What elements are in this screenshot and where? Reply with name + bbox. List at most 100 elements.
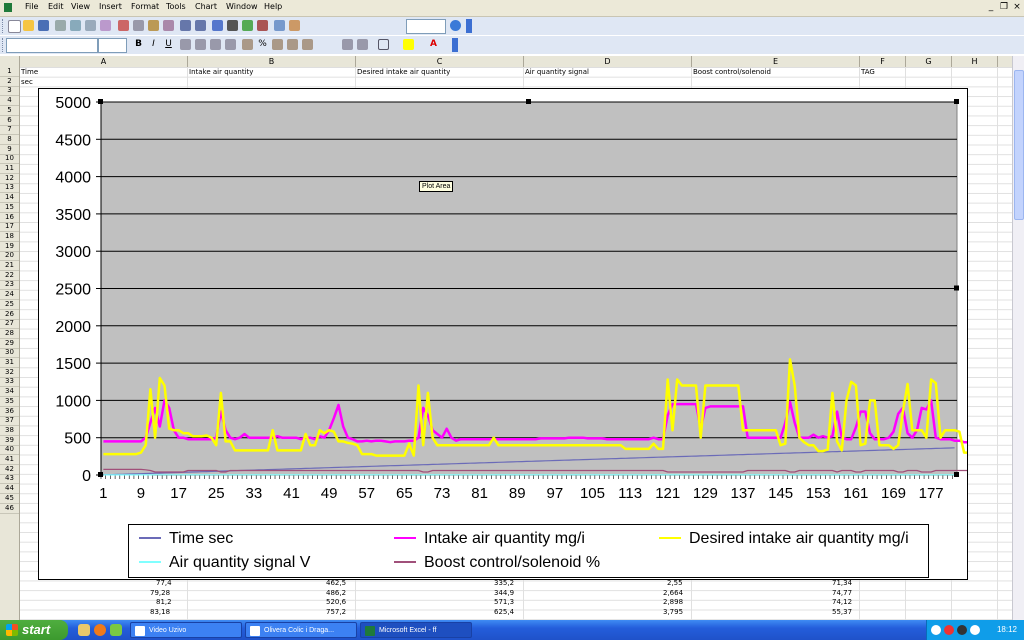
copy-icon[interactable] — [133, 20, 144, 31]
font-size-dropdown[interactable] — [98, 38, 127, 53]
row-header[interactable]: 34 — [0, 387, 19, 398]
tray-icon[interactable] — [944, 625, 954, 635]
row-header[interactable]: 26 — [0, 310, 19, 320]
minimize-icon[interactable]: _ — [985, 1, 997, 13]
borders-icon[interactable] — [378, 39, 389, 50]
spelling-icon[interactable] — [100, 20, 111, 31]
cell-c44[interactable]: 344,9 — [494, 589, 514, 597]
row-header[interactable]: 38 — [0, 426, 19, 436]
cell-e1[interactable]: Boost control/solenoid — [693, 68, 771, 76]
embedded-chart[interactable]: 0 500 1000 1500 2000 2500 3000 3500 4000 4500 5000… — [38, 88, 968, 580]
column-header[interactable]: F — [860, 56, 906, 67]
scrollbar-thumb[interactable] — [1014, 70, 1024, 220]
cell-b1[interactable]: Intake air quantity — [189, 68, 253, 76]
row-header[interactable]: 35 — [0, 397, 19, 407]
cell-d46[interactable]: 3,795 — [663, 608, 683, 616]
permission-icon[interactable] — [55, 20, 66, 31]
chart-svg[interactable]: 0 500 1000 1500 2000 2500 3000 3500 4000 4500 5000… — [39, 89, 967, 579]
row-header[interactable]: 24 — [0, 290, 19, 301]
hyperlink-icon[interactable] — [212, 20, 223, 31]
row-header[interactable]: 18 — [0, 232, 19, 242]
autosum-icon[interactable] — [227, 20, 238, 31]
row-header[interactable]: 1 — [0, 67, 19, 77]
menu-insert[interactable]: Insert — [99, 2, 122, 11]
row-header[interactable]: 36 — [0, 407, 19, 417]
menu-tools[interactable]: Tools — [166, 2, 186, 11]
row-header[interactable]: 39 — [0, 436, 19, 446]
legend-item-airsignal[interactable]: Air quantity signal V — [139, 552, 310, 574]
row-header[interactable]: 16 — [0, 213, 19, 223]
row-header[interactable]: 40 — [0, 445, 19, 456]
row-header[interactable]: 32 — [0, 368, 19, 378]
legend-item-boost[interactable]: Boost control/solenoid % — [394, 552, 600, 574]
redo-icon[interactable] — [195, 20, 206, 31]
menu-format[interactable]: Format — [131, 2, 159, 11]
legend-item-intake[interactable]: Intake air quantity mg/i — [394, 528, 585, 550]
comma-style-icon[interactable] — [272, 39, 283, 50]
row-header[interactable]: 12 — [0, 174, 19, 184]
merge-center-icon[interactable] — [225, 39, 236, 50]
row-header[interactable]: 6 — [0, 116, 19, 126]
row-header[interactable]: 5 — [0, 106, 19, 116]
increase-decimal-icon[interactable] — [287, 39, 298, 50]
cell-d45[interactable]: 2,898 — [663, 598, 683, 606]
menu-window[interactable]: Window — [226, 2, 258, 11]
print-preview-icon[interactable] — [85, 20, 96, 31]
cut-icon[interactable] — [118, 20, 129, 31]
vertical-scrollbar[interactable] — [1012, 56, 1024, 620]
row-header[interactable]: 25 — [0, 300, 19, 310]
toolbar-grip[interactable] — [2, 19, 6, 33]
toolbar-options-icon[interactable] — [452, 38, 458, 52]
bold-icon[interactable]: B — [133, 39, 144, 50]
menu-view[interactable]: View — [71, 2, 90, 11]
sort-descending-icon[interactable] — [257, 20, 268, 31]
cell-b43[interactable]: 462,5 — [326, 579, 346, 587]
row-header[interactable]: 41 — [0, 455, 19, 465]
restore-icon[interactable]: ❐ — [998, 1, 1010, 13]
italic-icon[interactable]: I — [148, 39, 159, 50]
task-video-uzivo[interactable]: Video Uzivo — [130, 622, 242, 638]
row-header[interactable]: 29 — [0, 339, 19, 349]
font-name-dropdown[interactable] — [6, 38, 98, 53]
drawing-icon[interactable] — [289, 20, 300, 31]
cell-e43[interactable]: 71,34 — [832, 579, 852, 587]
row-header[interactable]: 2 — [0, 77, 19, 87]
legend-item-desired[interactable]: Desired intake air quantity mg/i — [659, 528, 909, 550]
format-painter-icon[interactable] — [163, 20, 174, 31]
cell-c45[interactable]: 571,3 — [494, 598, 514, 606]
cell-c43[interactable]: 335,2 — [494, 579, 514, 587]
row-header[interactable]: 10 — [0, 154, 19, 165]
close-icon[interactable]: × — [1011, 1, 1023, 13]
row-header[interactable]: 13 — [0, 183, 19, 194]
cell-a45[interactable]: 81,2 — [156, 598, 172, 606]
menu-help[interactable]: Help — [264, 2, 282, 11]
row-header[interactable]: 42 — [0, 465, 19, 475]
column-header[interactable]: C — [356, 56, 524, 67]
row-header[interactable]: 44 — [0, 484, 19, 495]
zoom-dropdown[interactable] — [406, 19, 446, 34]
tray-icon[interactable] — [931, 625, 941, 635]
legend-item-time[interactable]: Time sec — [139, 528, 233, 550]
cell-c1[interactable]: Desired intake air quantity — [357, 68, 450, 76]
cell-b44[interactable]: 486,2 — [326, 589, 346, 597]
menu-file[interactable]: File — [25, 2, 38, 11]
align-center-icon[interactable] — [195, 39, 206, 50]
row-header[interactable]: 11 — [0, 164, 19, 174]
column-header[interactable]: B — [188, 56, 356, 67]
save-icon[interactable] — [38, 20, 49, 31]
task-olivera-colic[interactable]: Olivera Colic i Draga... — [245, 622, 357, 638]
tray-icon[interactable] — [957, 625, 967, 635]
cell-e45[interactable]: 74,12 — [832, 598, 852, 606]
cell-b45[interactable]: 520,6 — [326, 598, 346, 606]
row-header[interactable]: 4 — [0, 96, 19, 107]
row-header[interactable]: 46 — [0, 504, 19, 514]
cell-b46[interactable]: 757,2 — [326, 608, 346, 616]
currency-icon[interactable] — [242, 39, 253, 50]
row-header[interactable]: 14 — [0, 193, 19, 204]
row-header[interactable]: 15 — [0, 203, 19, 213]
row-header[interactable]: 3 — [0, 86, 19, 97]
cell-a46[interactable]: 83,18 — [150, 608, 170, 616]
align-right-icon[interactable] — [210, 39, 221, 50]
show-desktop-icon[interactable] — [78, 624, 90, 636]
cell-d43[interactable]: 2,55 — [667, 579, 683, 587]
